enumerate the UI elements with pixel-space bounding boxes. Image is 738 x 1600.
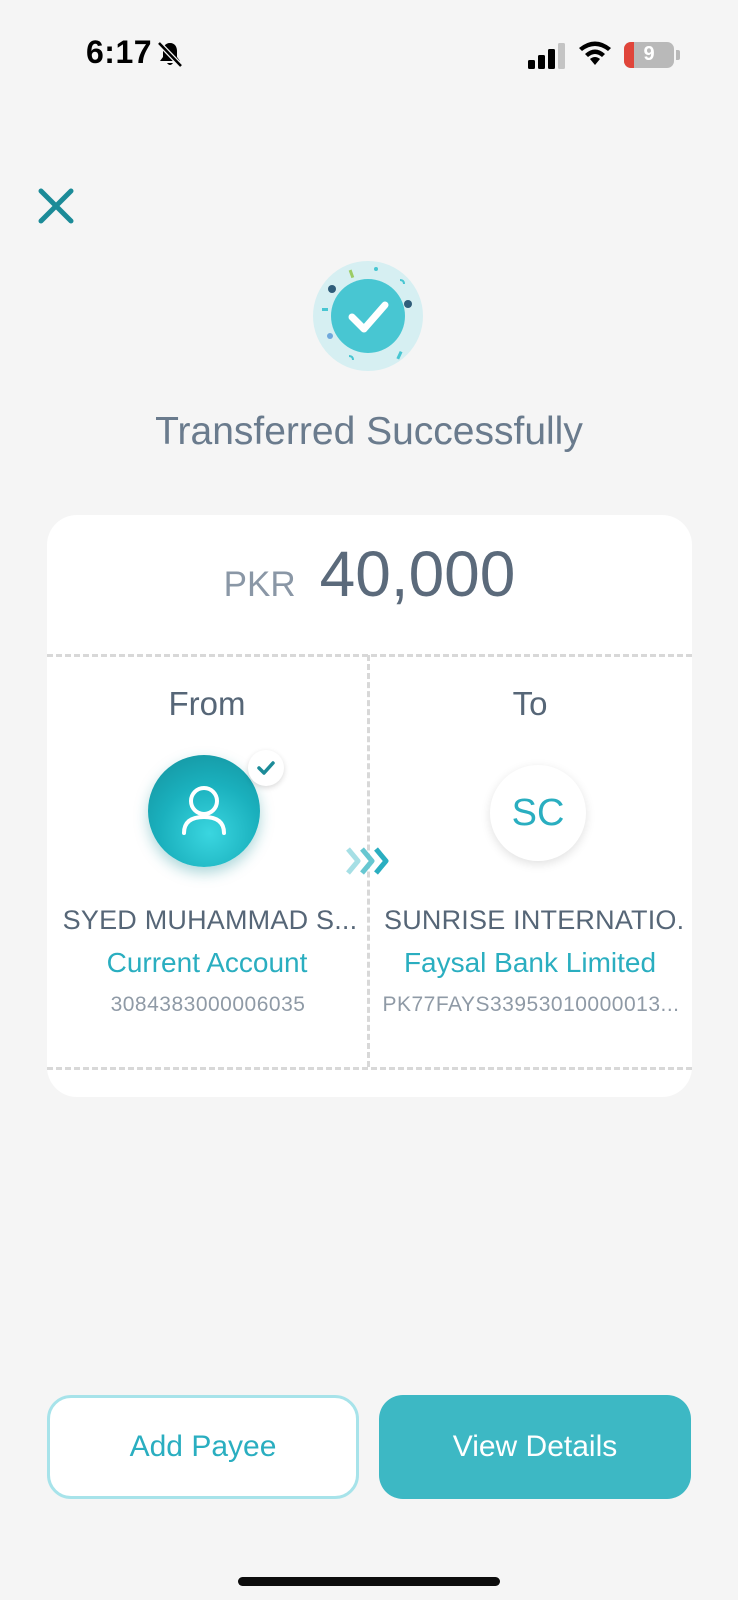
transfer-success-screen: 6:17 9 Transferred Successfully PKR 40,0…: [0, 0, 738, 1600]
home-indicator[interactable]: [238, 1577, 500, 1586]
from-section: From SYED MUHAMMAD S... Current Account …: [47, 655, 367, 1067]
from-heading: From: [168, 685, 246, 722]
amount-value: 40,000: [319, 538, 516, 610]
battery-percentage: 9: [643, 43, 655, 65]
payee-avatar: SC: [490, 765, 586, 861]
sender-name: SYED MUHAMMAD S...: [62, 905, 358, 935]
bell-muted-icon: [157, 41, 183, 68]
user-icon: [182, 786, 226, 835]
battery-tip: [676, 50, 680, 60]
sender-account-number: 3084383000006035: [110, 993, 306, 1016]
sender-avatar: [148, 755, 260, 867]
payee-name: SUNRISE INTERNATIO...: [384, 905, 682, 935]
currency-label: PKR: [223, 565, 296, 604]
view-details-button[interactable]: View Details: [379, 1395, 691, 1499]
close-icon[interactable]: [36, 186, 76, 226]
add-payee-button[interactable]: Add Payee: [47, 1395, 359, 1499]
payee-iban: PK77FAYS33953010000013...: [382, 993, 680, 1016]
amount-row: PKR 40,000: [47, 537, 692, 637]
battery-icon: 9: [624, 42, 674, 68]
divider: [47, 1067, 692, 1070]
status-time: 6:17: [86, 34, 153, 70]
page-title: Transferred Successfully: [155, 410, 583, 453]
cellular-signal-icon: [528, 43, 565, 69]
success-check-icon: [313, 261, 423, 371]
wifi-icon: [579, 41, 611, 65]
to-heading: To: [512, 685, 548, 722]
verified-check-icon: [248, 750, 284, 786]
transfer-summary-card: PKR 40,000 From SYED MUHAMMAD S... Curre…: [47, 515, 692, 1097]
to-section: To SC SUNRISE INTERNATIO... Faysal Bank …: [370, 655, 690, 1067]
sender-account-type: Current Account: [106, 947, 308, 978]
payee-bank: Faysal Bank Limited: [403, 947, 657, 978]
